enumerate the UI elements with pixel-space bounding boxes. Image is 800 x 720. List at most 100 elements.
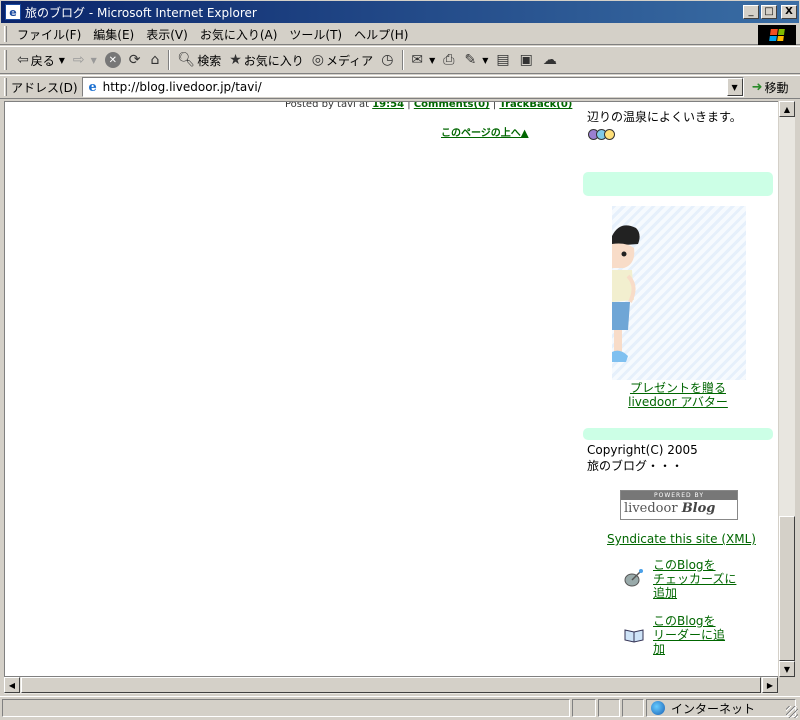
messenger-button[interactable]: ☁ xyxy=(539,49,563,71)
mail-button[interactable]: ✉ ▼ xyxy=(407,49,439,71)
refresh-icon: ⟳ xyxy=(128,52,141,68)
sidebar-footer-header xyxy=(583,428,773,440)
ie-app-icon[interactable]: e xyxy=(5,4,21,20)
add-to-reader-link[interactable]: このBlogを リーダーに追 加 xyxy=(653,614,725,656)
go-button[interactable]: ➜ 移動 xyxy=(752,79,789,96)
stop-icon: ✕ xyxy=(104,52,121,68)
forward-arrow-icon: ⇨ xyxy=(72,52,85,68)
copyright-text: Copyright(C) 2005 xyxy=(587,443,698,457)
history-icon: ◷ xyxy=(381,52,394,68)
mail-icon: ✉ xyxy=(411,52,424,68)
stop-button[interactable]: ✕ xyxy=(101,49,125,71)
trackback-link[interactable]: TrackBack(0) xyxy=(499,102,572,110)
menu-file[interactable]: ファイル(F) xyxy=(11,26,87,43)
checkers-line-1[interactable]: このBlogを xyxy=(653,558,736,572)
toolbar-separator-2 xyxy=(402,50,405,70)
scroll-right-icon[interactable]: ▶ xyxy=(762,677,778,693)
print-button[interactable]: ⎙ xyxy=(439,49,460,71)
discuss-button[interactable]: ▤ xyxy=(492,49,515,71)
close-button[interactable]: X xyxy=(781,5,797,19)
add-to-checkers-link[interactable]: このBlogを チェッカーズに 追加 xyxy=(653,558,736,600)
media-icon: ◎ xyxy=(311,52,325,68)
horizontal-scrollbar[interactable]: ◀ ▶ xyxy=(4,677,778,694)
zone-label: インターネット xyxy=(671,701,756,716)
reader-line-1[interactable]: このBlogを xyxy=(653,614,725,628)
reader-line-2[interactable]: リーダーに追 xyxy=(653,628,725,642)
forward-button[interactable]: ⇨ ▼ xyxy=(69,49,101,71)
scroll-down-icon[interactable]: ▼ xyxy=(779,661,795,677)
menu-tools[interactable]: ツール(T) xyxy=(283,26,348,43)
resize-grip-icon[interactable] xyxy=(786,706,798,718)
title-bar: e 旅のブログ - Microsoft Internet Explorer _ … xyxy=(0,0,800,24)
vertical-scrollbar[interactable]: ▲ ▼ xyxy=(778,101,795,677)
edit-button[interactable]: ✎ ▼ xyxy=(461,49,493,71)
powered-by-livedoor-badge[interactable]: POWERED BY livedoor Blog xyxy=(620,490,738,520)
favorites-button[interactable]: ★ お気に入り xyxy=(225,49,308,71)
window-title: 旅のブログ - Microsoft Internet Explorer xyxy=(25,5,257,20)
menu-edit[interactable]: 編集(E) xyxy=(87,26,140,43)
minimize-button[interactable]: _ xyxy=(743,5,759,19)
go-label: 移動 xyxy=(764,80,789,95)
menu-help[interactable]: ヘルプ(H) xyxy=(348,26,414,43)
scroll-left-icon[interactable]: ◀ xyxy=(4,677,20,693)
posted-by-text: Posted by tavi at xyxy=(285,101,370,110)
status-zone-cell[interactable]: インターネット xyxy=(646,699,796,717)
refresh-button[interactable]: ⟳ xyxy=(125,49,147,71)
horizontal-scroll-thumb[interactable] xyxy=(21,677,761,693)
livedoor-brand: livedoor xyxy=(624,501,678,516)
address-dropdown-icon[interactable]: ▼ xyxy=(726,78,743,96)
status-progress-cell xyxy=(572,699,596,717)
home-button[interactable]: ⌂ xyxy=(147,49,166,71)
status-bar: インターネット xyxy=(0,696,800,720)
post-separator-1: | xyxy=(407,101,411,110)
powered-by-label: POWERED BY xyxy=(621,491,737,500)
scroll-up-icon[interactable]: ▲ xyxy=(779,101,795,117)
post-separator-2: | xyxy=(492,101,497,110)
sidebar-cut-text: - - - - - - - - xyxy=(587,101,664,108)
toolbar-grip[interactable] xyxy=(4,50,7,70)
history-button[interactable]: ◷ xyxy=(377,49,399,71)
windows-logo-icon xyxy=(758,25,796,45)
avatar-livedoor-link[interactable]: livedoor アバター xyxy=(583,393,773,410)
forward-dropdown-icon[interactable]: ▼ xyxy=(91,56,97,65)
edit-dropdown-icon[interactable]: ▼ xyxy=(482,56,488,65)
menu-favorites[interactable]: お気に入り(A) xyxy=(194,26,284,43)
post-time-link[interactable]: 19:54 xyxy=(372,102,404,110)
avatar-character-icon xyxy=(612,225,640,362)
back-dropdown-icon[interactable]: ▼ xyxy=(59,56,65,65)
address-label: アドレス(D) xyxy=(11,80,78,95)
checkers-satellite-icon xyxy=(624,569,643,587)
checkers-line-2[interactable]: チェッカーズに xyxy=(653,572,736,586)
comments-link[interactable]: Comments(0) xyxy=(414,102,490,110)
discuss-icon: ▤ xyxy=(496,52,510,68)
status-blocked-cell xyxy=(622,699,644,717)
address-input[interactable]: e http://blog.livedoor.jp/tavi/ ▼ xyxy=(81,77,744,97)
maximize-button[interactable]: □ xyxy=(761,5,777,19)
search-button[interactable]: 🔍︎ 検索 xyxy=(173,49,225,71)
syndicate-xml-link[interactable]: Syndicate this site (XML) xyxy=(607,532,756,546)
mail-dropdown-icon[interactable]: ▼ xyxy=(429,56,435,65)
address-url[interactable]: http://blog.livedoor.jp/tavi/ xyxy=(103,80,262,94)
avatar-image[interactable] xyxy=(612,206,746,380)
favorites-label: お気に入り xyxy=(243,53,304,68)
livedoor-blog-logo: livedoor Blog xyxy=(621,500,737,518)
media-button[interactable]: ◎ メディア xyxy=(308,49,377,71)
address-bar: アドレス(D) e http://blog.livedoor.jp/tavi/ … xyxy=(0,75,800,99)
vertical-scroll-thumb[interactable] xyxy=(779,516,795,661)
reader-line-3[interactable]: 加 xyxy=(653,642,725,656)
favorites-icon: ★ xyxy=(229,52,242,68)
checkers-line-3[interactable]: 追加 xyxy=(653,586,736,600)
address-grip[interactable] xyxy=(4,78,7,96)
status-text-cell xyxy=(2,699,570,717)
research-button[interactable]: ▣ xyxy=(516,49,539,71)
copyright-site-name: 旅のブログ・・・ xyxy=(587,459,684,473)
back-button[interactable]: ⇦ 戻る ▼ xyxy=(13,49,69,71)
status-lock-cell xyxy=(598,699,620,717)
home-icon: ⌂ xyxy=(150,52,160,68)
page-top-link[interactable]: このページの上へ▲ xyxy=(441,124,529,139)
menu-grip[interactable] xyxy=(4,26,7,42)
menu-view[interactable]: 表示(V) xyxy=(140,26,194,43)
back-label: 戻る xyxy=(30,53,55,68)
blog-brand: Blog xyxy=(681,501,716,516)
messenger-icon: ☁ xyxy=(542,52,557,68)
